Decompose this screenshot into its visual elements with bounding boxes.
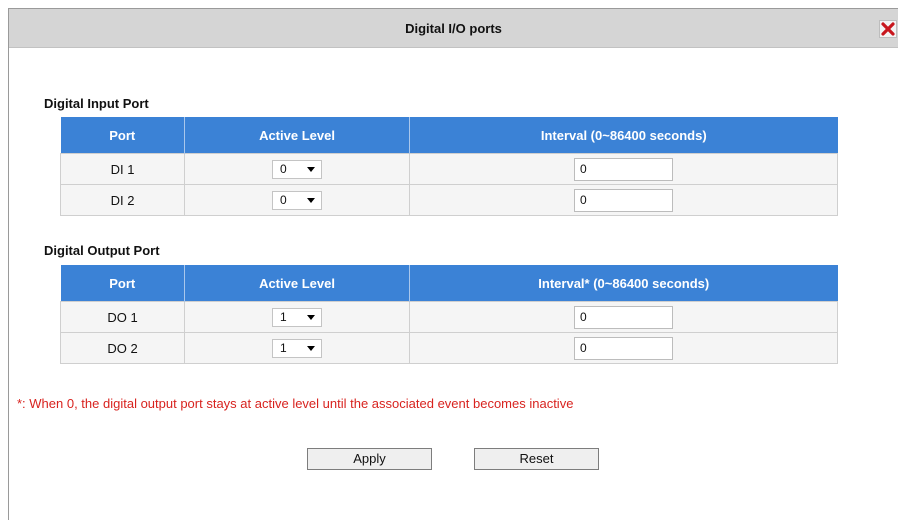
apply-button[interactable]: Apply	[307, 448, 432, 470]
table-header-row: Port Active Level Interval* (0~86400 sec…	[60, 265, 838, 302]
port-label-di1: DI 1	[60, 153, 185, 185]
dialog-title: Digital I/O ports	[405, 21, 502, 36]
table-row: DI 2 0 0	[60, 184, 838, 216]
interval-input-di2[interactable]: 0	[574, 188, 673, 212]
dropdown-arrow-icon	[307, 197, 315, 203]
active-level-select-di2[interactable]: 0	[272, 190, 322, 210]
interval-cell: 0	[409, 153, 838, 185]
dropdown-arrow-icon	[307, 314, 315, 320]
digital-output-heading: Digital Output Port	[44, 243, 160, 258]
dialog-titlebar: Digital I/O ports	[9, 9, 898, 48]
port-label-di2: DI 2	[60, 184, 185, 216]
active-level-select-di1[interactable]: 0	[272, 159, 322, 179]
active-level-select-do1[interactable]: 1	[272, 307, 322, 327]
interval-cell: 0	[409, 184, 838, 216]
column-header-interval: Interval (0~86400 seconds)	[409, 117, 838, 154]
port-label-do2: DO 2	[60, 332, 185, 364]
close-button[interactable]	[879, 20, 897, 38]
interval-input-di1[interactable]: 0	[574, 157, 673, 181]
dropdown-arrow-icon	[307, 166, 315, 172]
interval-cell: 0	[409, 332, 838, 364]
column-header-active-level: Active Level	[184, 117, 410, 154]
column-header-interval: Interval* (0~86400 seconds)	[409, 265, 838, 302]
interval-input-do1[interactable]: 0	[574, 305, 673, 329]
dropdown-arrow-icon	[307, 345, 315, 351]
active-level-cell: 0	[184, 184, 410, 216]
interval-footnote: *: When 0, the digital output port stays…	[17, 396, 574, 411]
column-header-port: Port	[60, 265, 185, 302]
reset-button[interactable]: Reset	[474, 448, 599, 470]
column-header-active-level: Active Level	[184, 265, 410, 302]
select-value: 1	[280, 341, 287, 355]
digital-input-table: Port Active Level Interval (0~86400 seco…	[60, 117, 838, 216]
close-x-icon	[881, 22, 895, 36]
table-row: DO 1 1 0	[60, 301, 838, 333]
column-header-port: Port	[60, 117, 185, 154]
select-value: 0	[280, 162, 287, 176]
digital-io-dialog: Digital I/O ports Digital Input Port Por…	[8, 8, 898, 520]
interval-cell: 0	[409, 301, 838, 333]
table-header-row: Port Active Level Interval (0~86400 seco…	[60, 117, 838, 154]
active-level-cell: 1	[184, 332, 410, 364]
select-value: 1	[280, 310, 287, 324]
digital-output-table: Port Active Level Interval* (0~86400 sec…	[60, 265, 838, 364]
interval-input-do2[interactable]: 0	[574, 336, 673, 360]
select-value: 0	[280, 193, 287, 207]
digital-input-heading: Digital Input Port	[44, 96, 149, 111]
port-label-do1: DO 1	[60, 301, 185, 333]
table-row: DO 2 1 0	[60, 332, 838, 364]
active-level-select-do2[interactable]: 1	[272, 338, 322, 358]
active-level-cell: 0	[184, 153, 410, 185]
table-row: DI 1 0 0	[60, 153, 838, 185]
active-level-cell: 1	[184, 301, 410, 333]
